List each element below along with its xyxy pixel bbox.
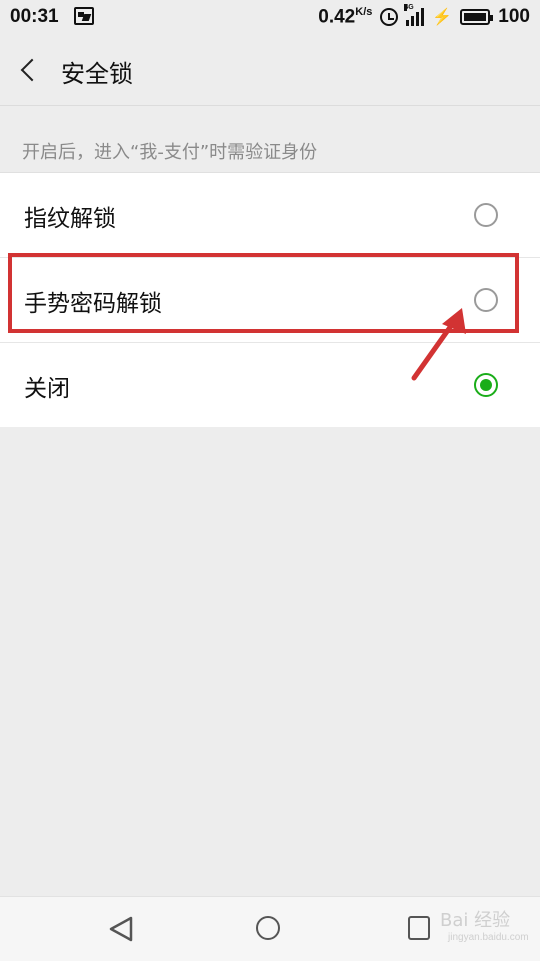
radio-button[interactable] (474, 203, 498, 227)
net-speed-value: 0.42 (318, 6, 356, 28)
section-hint: 开启后，进入“我-支付”时需验证身份 (22, 142, 318, 163)
option-fingerprint[interactable]: 指纹解锁 (0, 173, 540, 258)
status-right-group: 0.42K/s 4G ⚡ 100 (318, 4, 530, 28)
charging-icon: ⚡ (432, 9, 453, 27)
battery-icon (460, 9, 494, 26)
watermark: Bai 经验 (440, 910, 511, 931)
network-type: 4G (404, 4, 414, 12)
battery-level: 100 (498, 6, 530, 28)
signal-icon: 4G (404, 4, 425, 27)
status-bar: 00:31 0.42K/s 4G ⚡ 100 (0, 0, 540, 34)
net-speed: 0.42K/s (318, 6, 372, 28)
nav-recent-icon[interactable] (408, 916, 430, 940)
page-title: 安全锁 (61, 60, 133, 88)
nav-home-icon[interactable] (256, 916, 280, 940)
app-bar: 安全锁 (0, 34, 540, 106)
net-speed-unit: K/s (355, 6, 373, 18)
annotation-arrow-icon (411, 308, 466, 381)
option-label: 指纹解锁 (24, 206, 116, 232)
back-button[interactable] (14, 50, 50, 90)
option-label: 关闭 (24, 376, 70, 402)
image-notification-icon (74, 7, 94, 25)
option-label: 手势密码解锁 (24, 291, 162, 317)
watermark-url: jingyan.baidu.com (448, 932, 529, 943)
alarm-icon (380, 8, 399, 27)
status-time: 00:31 (10, 6, 59, 27)
nav-back-icon[interactable] (108, 915, 134, 943)
